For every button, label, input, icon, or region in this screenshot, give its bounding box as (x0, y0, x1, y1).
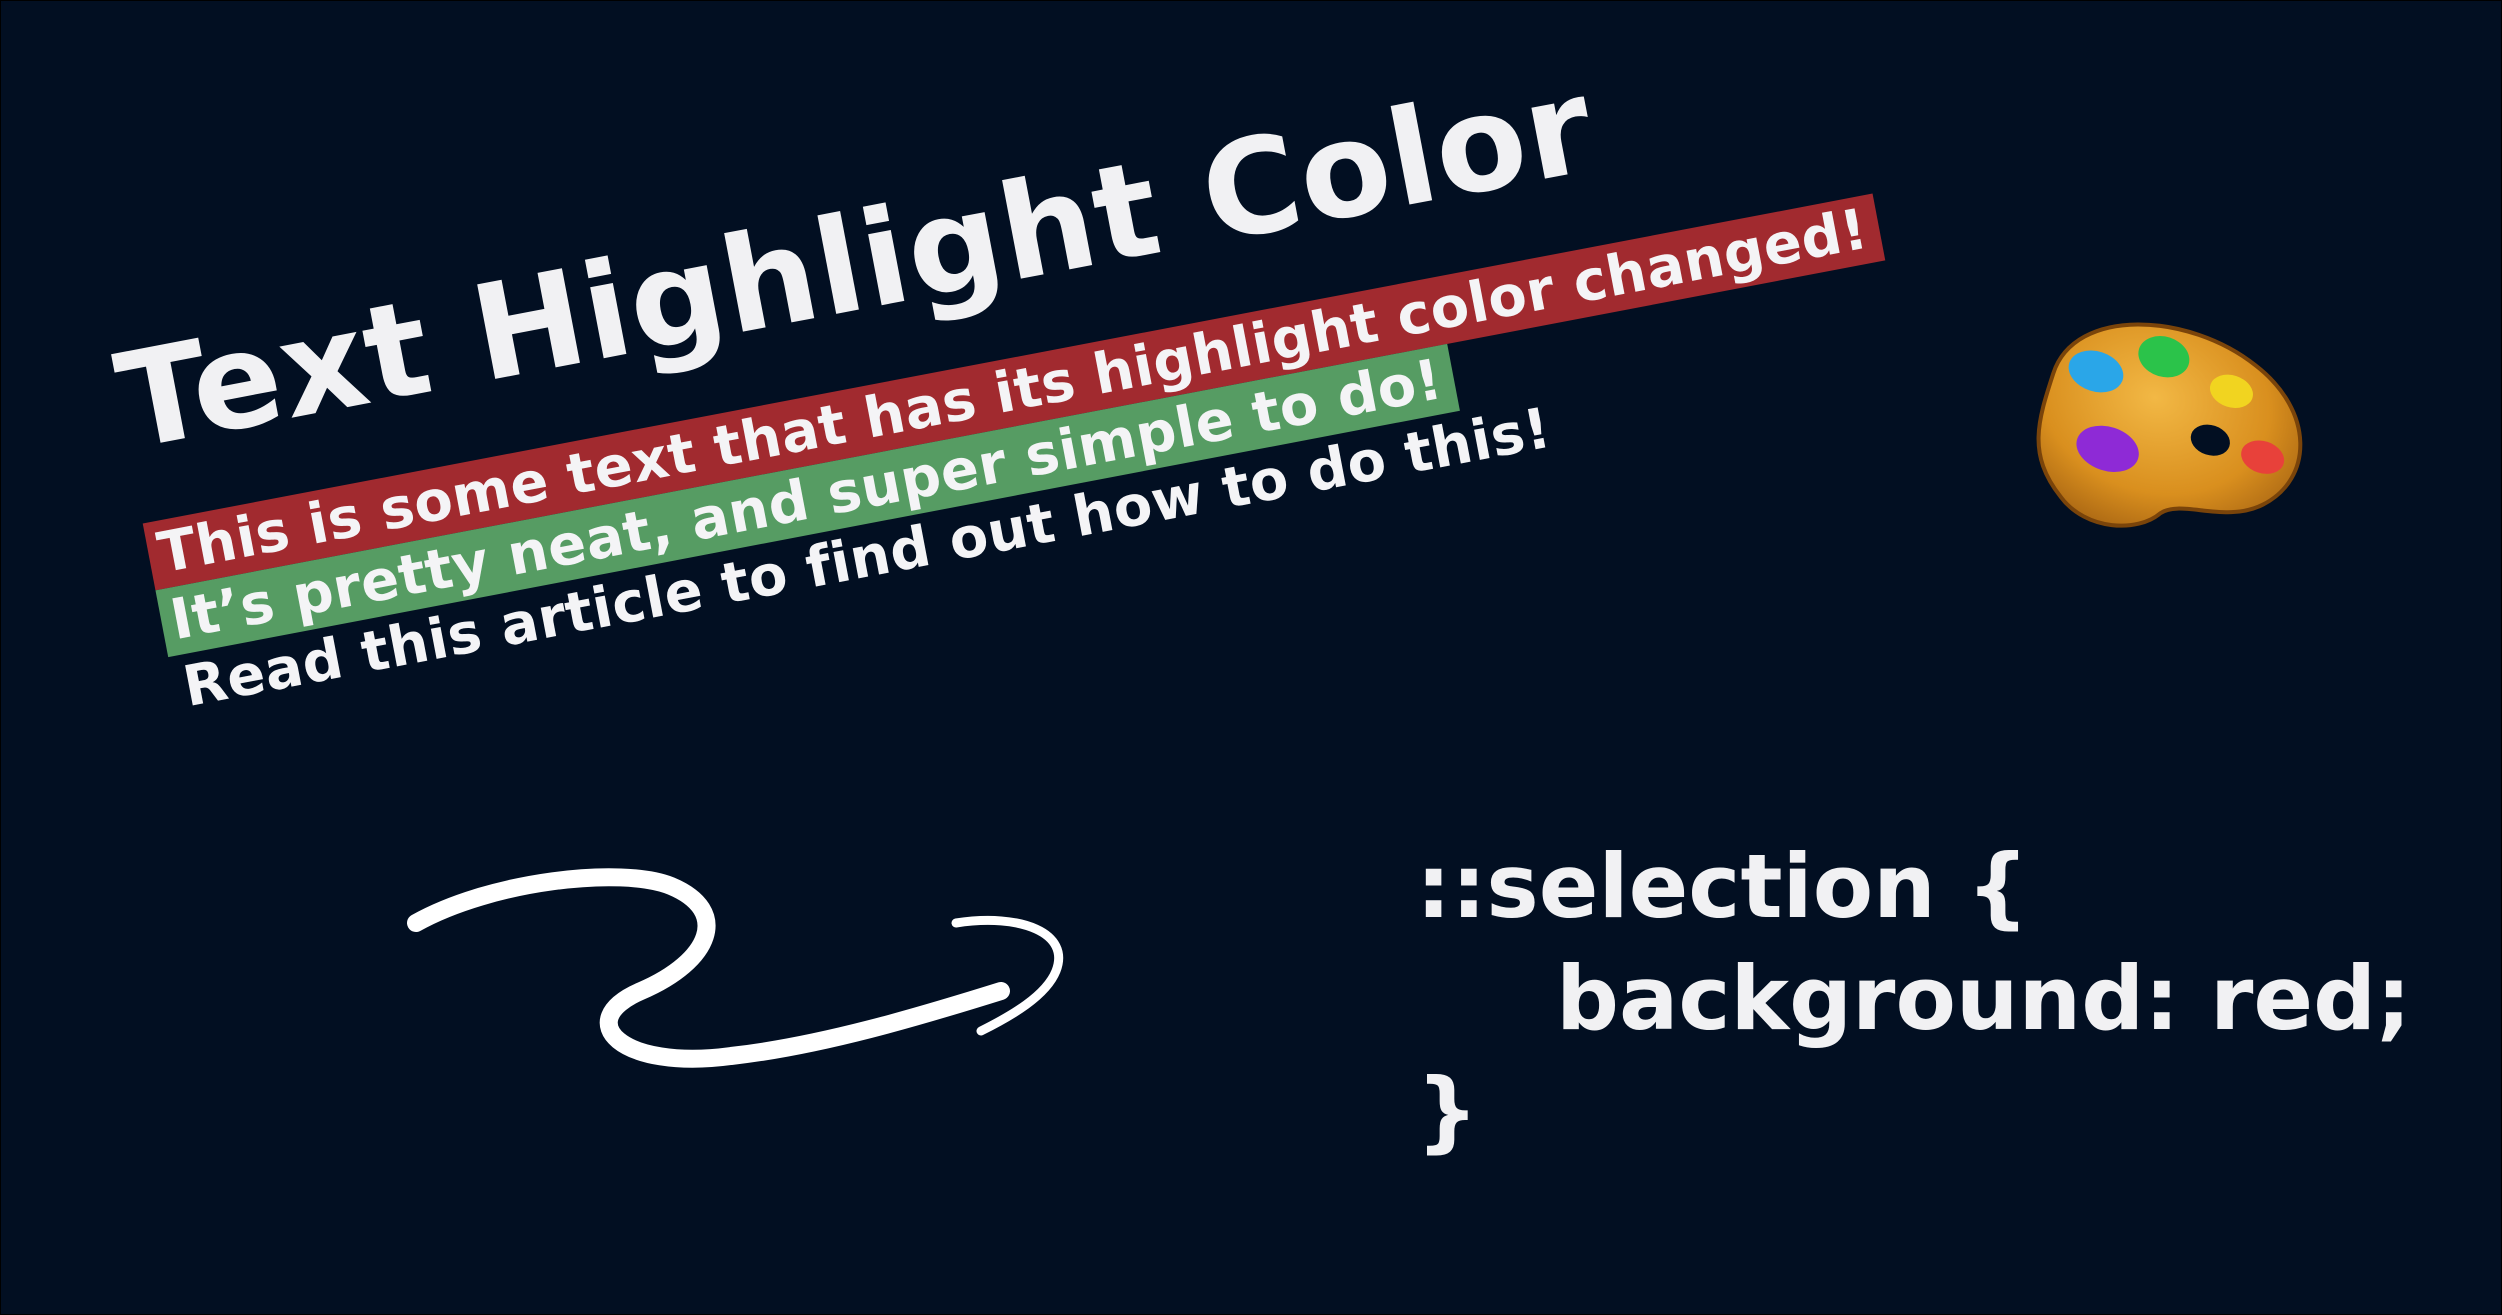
artist-palette-icon (2036, 322, 2303, 528)
tilted-text-block: Text Highlight Color This is some text t… (106, 1, 1911, 724)
arrow-stroke (407, 868, 1010, 1068)
hand-drawn-arrow-icon (407, 868, 1063, 1068)
code-declaration: background: red; (1556, 947, 2412, 1050)
code-selector: ::selection { (1416, 835, 2030, 938)
code-snippet: ::selection { background: red; } (1416, 831, 2411, 1167)
banner-canvas: Text Highlight Color This is some text t… (0, 0, 2502, 1315)
code-close-brace: } (1416, 1059, 1479, 1162)
arrow-head (951, 915, 1063, 1036)
